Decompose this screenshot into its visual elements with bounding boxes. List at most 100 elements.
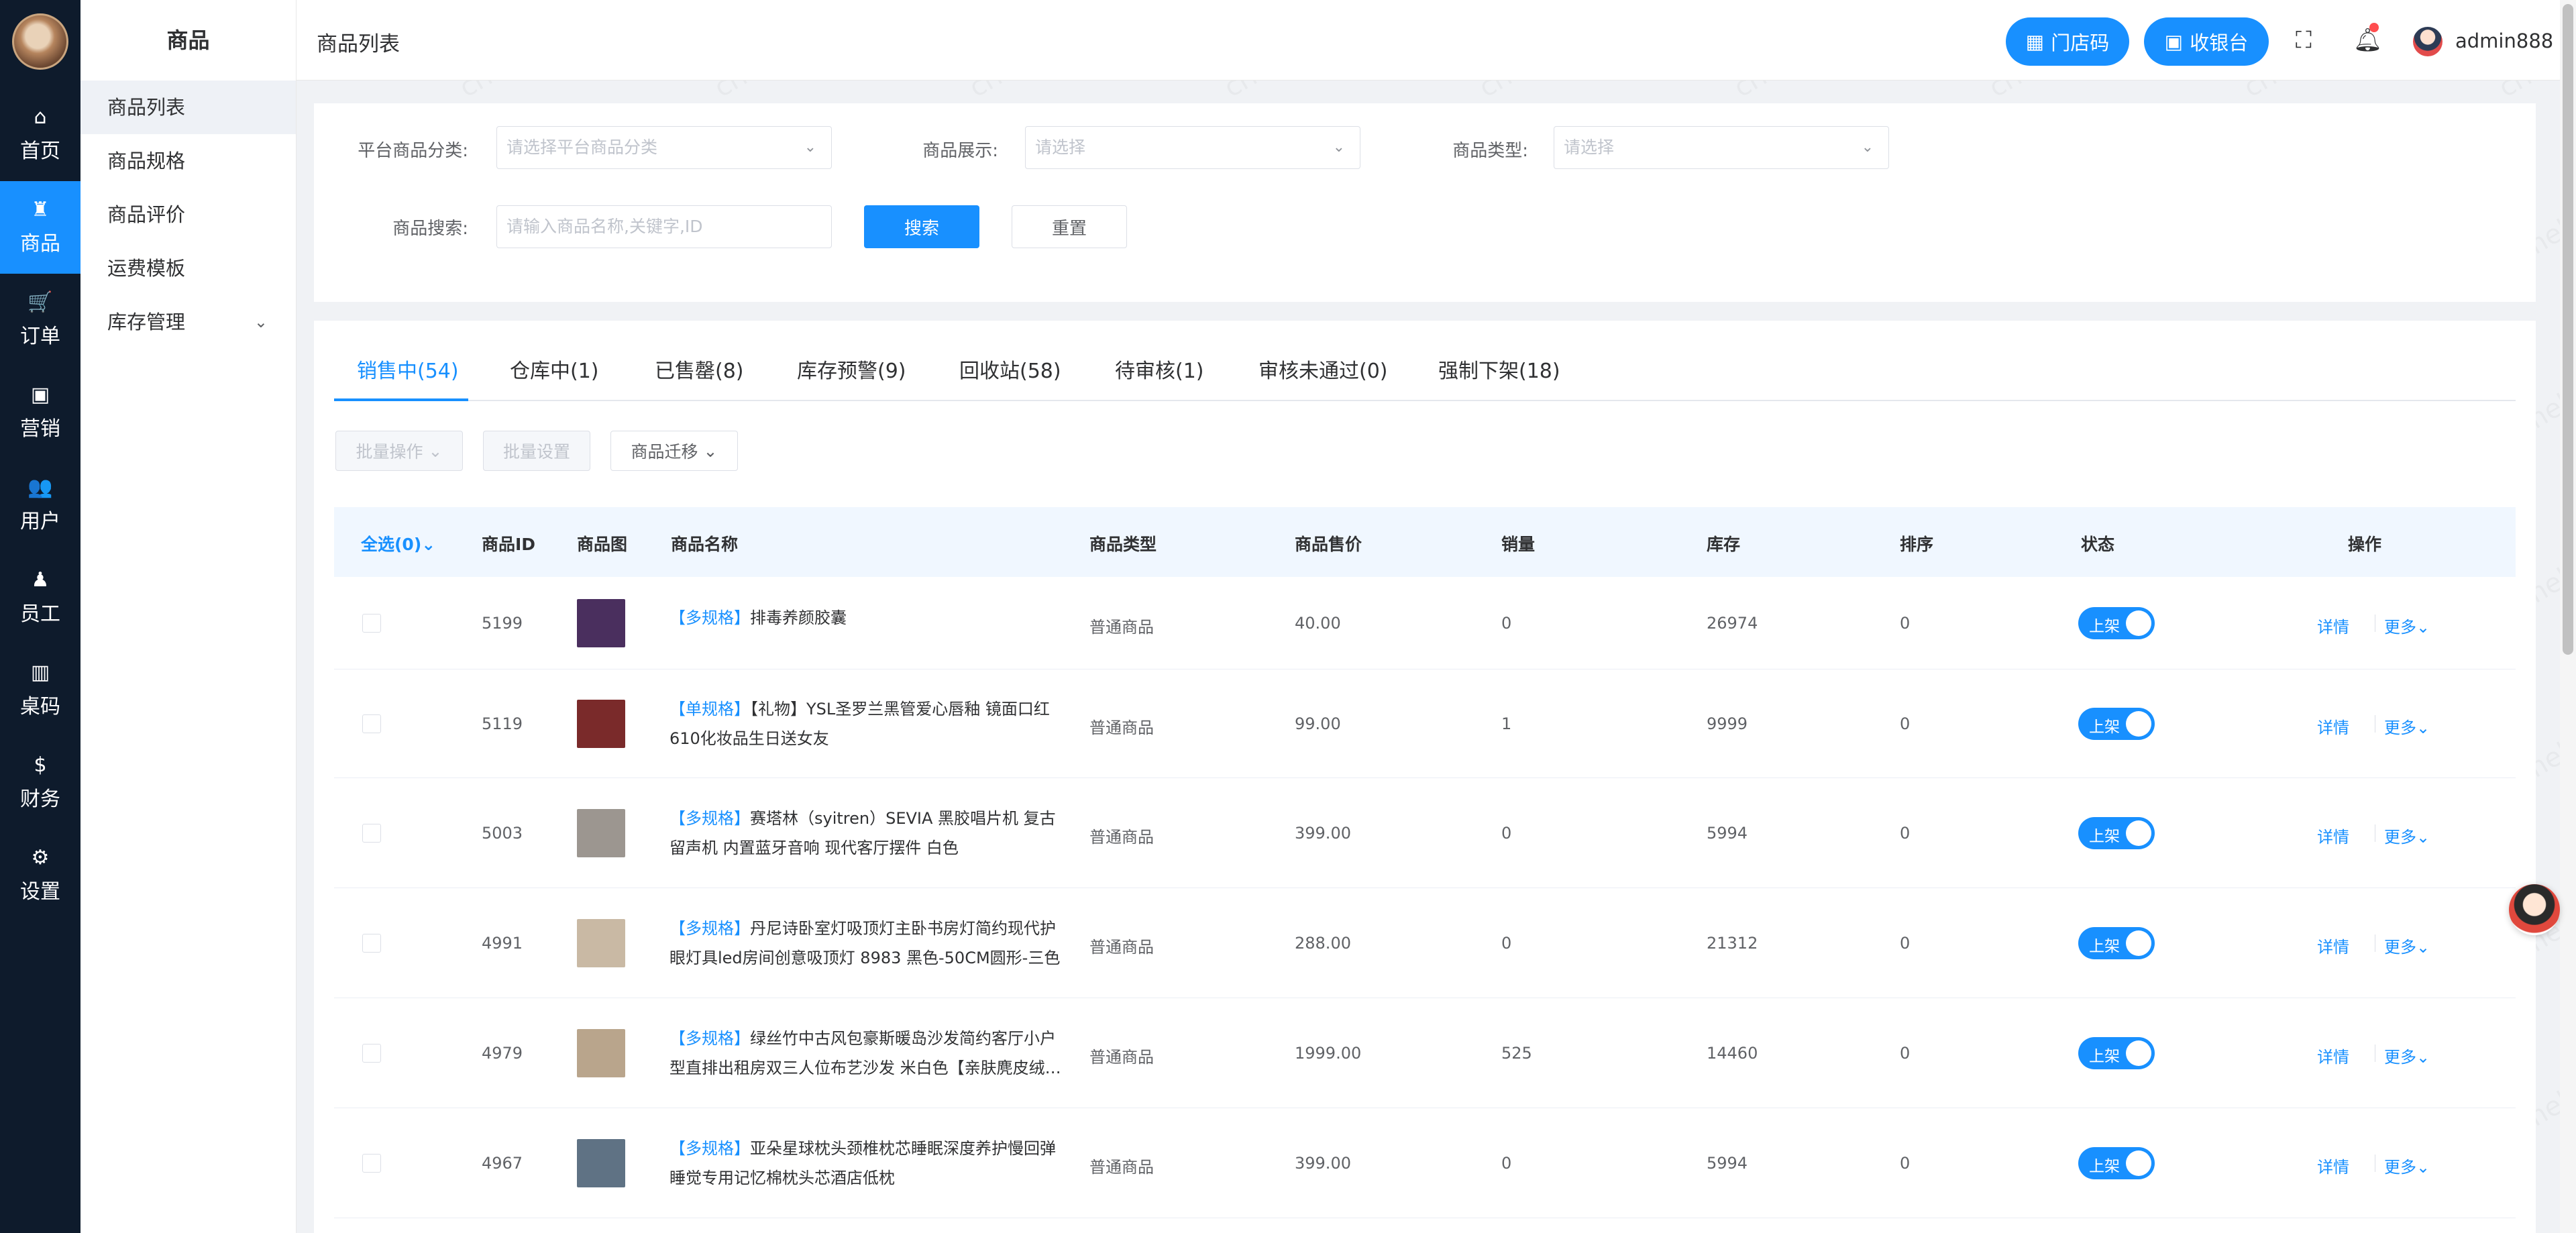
tab-pending-review[interactable]: 待审核(1) [1115,354,1204,384]
users-icon: 👥 [28,476,53,499]
goods-stock: 9999 [1707,714,1748,733]
filter-panel: 平台商品分类: 请选择平台商品分类 ⌄ 商品展示: 请选择 ⌄ 商品类型: 请选择 ⌄… [314,103,2536,302]
nav-item-label: 订单 [20,325,60,348]
store-code-button[interactable]: ▦ 门店码 [2006,17,2129,66]
cashier-button[interactable]: ▣ 收银台 [2144,17,2269,66]
nav-item-staff[interactable]: ♟ 员工 [0,551,80,644]
goods-thumbnail[interactable] [577,599,625,647]
goods-thumbnail[interactable] [577,1139,625,1187]
status-toggle[interactable]: 上架 [2078,927,2155,959]
goods-stock: 26974 [1707,614,1758,633]
tab-stock-warning[interactable]: 库存预警(9) [797,354,906,384]
spec-tag: 【多规格】 [669,1139,750,1158]
status-toggle-label: 上架 [2089,1048,2120,1065]
goods-thumbnail[interactable] [577,919,625,967]
reset-button[interactable]: 重置 [1012,205,1127,248]
search-input[interactable]: 请输入商品名称,关键字,ID [496,205,832,248]
nav-item-label: 营销 [20,417,60,441]
fullscreen-icon[interactable]: ⛶ [2296,27,2312,54]
tab-review-rejected[interactable]: 审核未通过(0) [1258,354,1388,384]
batch-settings-button[interactable]: 批量设置 [483,431,590,471]
status-toggle[interactable]: 上架 [2078,1037,2155,1069]
goods-type: 普通商品 [1089,1158,1154,1177]
select-all-dropdown[interactable]: 全选(0)⌄ [361,531,435,555]
goods-sort: 0 [1900,714,1911,733]
sub-nav-item-goods-list[interactable]: 商品列表 [80,81,296,134]
nav-item-goods[interactable]: ♜ 商品 [0,181,80,274]
detail-link[interactable]: 详情 [2317,824,2349,847]
row-checkbox[interactable] [362,934,381,953]
detail-link[interactable]: 详情 [2317,1044,2349,1067]
goods-thumbnail[interactable] [577,700,625,748]
detail-link[interactable]: 详情 [2317,1154,2349,1177]
detail-link[interactable]: 详情 [2317,614,2349,637]
nav-item-finance[interactable]: $ 财务 [0,737,80,829]
row-checkbox[interactable] [362,1154,381,1173]
nav-item-table-code[interactable]: ▥ 桌码 [0,644,80,737]
more-dropdown[interactable]: 更多⌄ [2384,1044,2430,1067]
customer-service-avatar[interactable] [2509,884,2560,935]
scrollbar-thumb[interactable] [2563,4,2573,655]
tab-sold-out[interactable]: 已售罄(8) [655,354,744,384]
sub-nav-item-shipping-template[interactable]: 运费模板 [80,242,296,295]
avatar[interactable] [2413,27,2443,56]
goods-thumbnail[interactable] [577,1029,625,1077]
tab-in-warehouse[interactable]: 仓库中(1) [510,354,599,384]
goods-name[interactable]: 【多规格】赛塔林（syitren）SEVIA 黑胶唱片机 复古留声机 内置蓝牙音… [669,804,1065,863]
batch-operation-button[interactable]: 批量操作 ⌄ [335,431,463,471]
detail-link[interactable]: 详情 [2317,934,2349,957]
type-select[interactable]: 请选择 ⌄ [1554,126,1889,169]
status-toggle[interactable]: 上架 [2078,817,2155,849]
row-checkbox[interactable] [362,824,381,843]
more-dropdown[interactable]: 更多⌄ [2384,614,2430,637]
username[interactable]: admin888 [2455,30,2553,52]
more-dropdown[interactable]: 更多⌄ [2384,934,2430,957]
chevron-down-icon: ⌄ [2416,828,2430,847]
status-toggle[interactable]: 上架 [2078,607,2155,639]
row-checkbox[interactable] [362,614,381,633]
sub-nav-item-goods-spec[interactable]: 商品规格 [80,134,296,188]
more-dropdown[interactable]: 更多⌄ [2384,1154,2430,1177]
row-checkbox[interactable] [362,1044,381,1063]
goods-name[interactable]: 【多规格】绿丝竹中古风包豪斯暖岛沙发简约客厅小户型直排出租房双三人位布艺沙发 米… [669,1024,1065,1083]
search-button[interactable]: 搜索 [864,205,979,248]
tab-on-sale[interactable]: 销售中(54) [357,354,459,384]
goods-name[interactable]: 【单规格】【礼物】YSL圣罗兰黑管爱心唇釉 镜面口红610化妆品生日送女友 [669,694,1065,753]
goods-name[interactable]: 【多规格】亚朵星球枕头颈椎枕芯睡眠深度养护慢回弹睡觉专用记忆棉枕头芯酒店低枕 [669,1134,1065,1193]
goods-icon: ♜ [31,198,50,221]
goods-price: 40.00 [1295,614,1341,633]
toggle-knob [2126,711,2151,737]
nav-item-marketing[interactable]: ▣ 营销 [0,366,80,459]
goods-price: 399.00 [1295,824,1351,843]
sub-nav-item-inventory[interactable]: 库存管理 ⌄ [80,295,296,349]
goods-migrate-button[interactable]: 商品迁移 ⌄ [610,431,738,471]
display-select[interactable]: 请选择 ⌄ [1025,126,1360,169]
nav-item-home[interactable]: ⌂ 首页 [0,89,80,181]
settings-icon: ⚙ [31,846,50,869]
goods-thumbnail[interactable] [577,809,625,857]
tab-recycle-bin[interactable]: 回收站(58) [959,354,1061,384]
nav-item-users[interactable]: 👥 用户 [0,459,80,551]
nav-item-orders[interactable]: 🛒 订单 [0,274,80,366]
bell-icon[interactable]: 🔔︎ [2353,27,2382,54]
more-dropdown[interactable]: 更多⌄ [2384,824,2430,847]
status-toggle[interactable]: 上架 [2078,708,2155,740]
tab-force-delisted[interactable]: 强制下架(18) [1438,354,1560,384]
category-select[interactable]: 请选择平台商品分类 ⌄ [496,126,832,169]
more-dropdown[interactable]: 更多⌄ [2384,714,2430,738]
sub-nav-item-label: 商品规格 [107,150,186,172]
goods-name[interactable]: 【多规格】丹尼诗卧室灯吸顶灯主卧书房灯简约现代护眼灯具led房间创意吸顶灯 89… [669,914,1065,973]
chevron-down-icon: ⌄ [254,313,268,331]
status-toggle[interactable]: 上架 [2078,1147,2155,1179]
store-logo[interactable] [12,13,68,70]
nav-item-settings[interactable]: ⚙ 设置 [0,829,80,922]
sub-nav-item-label: 商品列表 [107,96,186,119]
chevron-down-icon: ⌄ [423,441,443,461]
goods-name[interactable]: 【多规格】排毒养颜胶囊 [669,603,1065,633]
detail-link[interactable]: 详情 [2317,714,2349,738]
more-label: 更多 [2384,618,2416,637]
sub-nav-item-goods-review[interactable]: 商品评价 [80,188,296,242]
goods-sales: 0 [1501,824,1512,843]
goods-price: 99.00 [1295,714,1341,733]
row-checkbox[interactable] [362,714,381,733]
